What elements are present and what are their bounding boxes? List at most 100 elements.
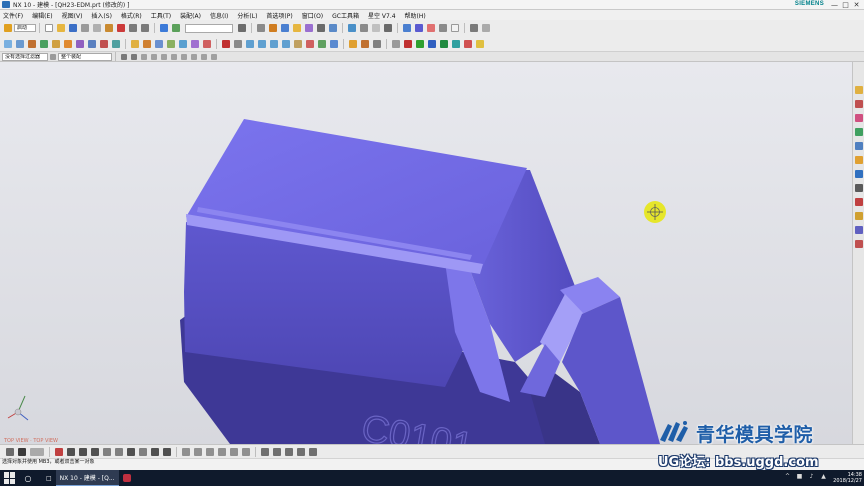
menu-tools[interactable]: 工具(T) [151,11,171,20]
through-curves-icon[interactable] [361,39,369,48]
close-button[interactable]: ✕ [851,0,862,9]
auto-constrain-icon[interactable] [285,447,293,456]
system-materials-icon[interactable] [855,184,863,192]
part-navigator-icon[interactable] [855,86,863,94]
chamfer-sketch-icon[interactable] [115,447,123,456]
electrode-icon[interactable] [476,39,484,48]
windows-start-icon[interactable] [4,472,16,484]
taskbar-app-edge-icon[interactable]: □ [42,470,56,486]
start-icon[interactable] [4,24,12,32]
revolve-icon[interactable] [28,39,36,48]
menu-assembly[interactable]: 装配(A) [180,11,201,20]
cylinder-icon[interactable] [281,24,289,32]
snap-quadrant-icon[interactable] [181,53,187,60]
save-icon[interactable] [69,24,77,32]
rapid-dimension-icon[interactable] [261,447,269,456]
pocket-icon[interactable] [64,39,72,48]
delete-face-icon[interactable] [270,39,278,48]
edge-blend-icon[interactable] [131,39,139,48]
hole-icon[interactable] [40,39,48,48]
intersect-icon[interactable] [112,39,120,48]
command-search-input[interactable] [185,23,233,33]
undo-icon[interactable] [129,24,137,32]
orient-view-icon[interactable] [403,24,411,32]
search-icon[interactable] [238,24,246,32]
hd3d-tools-icon[interactable] [855,142,863,150]
taskbar-app-media[interactable] [119,470,135,486]
quick-trim-icon[interactable] [182,447,190,456]
split-body-icon[interactable] [191,39,199,48]
selection-icon[interactable] [172,24,180,32]
profile-icon[interactable] [55,447,63,456]
tray-volume-icon[interactable]: ♪ [807,473,816,482]
ruler-icon[interactable] [482,24,490,32]
view-triad-icon[interactable] [7,395,29,421]
snap-point-icon[interactable] [191,53,197,60]
selection-scope-dropdown[interactable]: 整个装配 [58,52,112,61]
sphere-icon[interactable] [305,24,313,32]
boss-icon[interactable] [52,39,60,48]
unite-icon[interactable] [88,39,96,48]
snap-center-icon[interactable] [161,53,167,60]
measure-icon[interactable] [470,24,478,32]
box-icon[interactable] [269,24,277,32]
layer-icon[interactable] [329,24,337,32]
tray-shield-icon[interactable]: ■ [795,473,804,482]
trim-body-icon[interactable] [179,39,187,48]
geometric-constraint-icon[interactable] [273,447,281,456]
minimize-button[interactable]: — [829,0,840,9]
maximize-button[interactable]: □ [840,0,851,9]
show-constraints-icon[interactable] [297,447,305,456]
sketch-task-icon[interactable] [6,447,14,456]
tray-chevron-up-icon[interactable]: ^ [783,473,792,482]
snap-face-icon[interactable] [211,53,217,60]
snap-endpoint-icon[interactable] [141,53,147,60]
type-filter-dropdown[interactable]: 没有选择过滤器 [2,52,48,61]
line-icon[interactable] [67,447,75,456]
menu-preferences[interactable]: 首选项(P) [266,11,292,20]
arrow-up-icon[interactable] [428,39,436,48]
graphics-viewport[interactable]: C0101 TOP VIEW · TOP VIEW [0,62,852,444]
window-icon[interactable] [317,24,325,32]
snap-tangent-icon[interactable] [201,53,207,60]
subtract-icon[interactable] [100,39,108,48]
paste-icon[interactable] [105,24,113,32]
rotate-icon[interactable] [348,24,356,32]
arrow-down-icon[interactable] [440,39,448,48]
reuse-library-icon[interactable] [855,128,863,136]
start-menu-button[interactable]: 启动 [14,24,36,32]
delete-icon[interactable] [117,24,125,32]
search-icon[interactable]: ○ [22,472,34,484]
polygon-icon[interactable] [139,447,147,456]
menu-format[interactable]: 格式(R) [121,11,142,20]
fit-icon[interactable] [384,24,392,32]
select-all-icon[interactable] [121,53,127,60]
pattern-curve-icon[interactable] [230,447,238,456]
history-icon[interactable] [855,170,863,178]
spline-icon[interactable] [151,447,159,456]
cut-icon[interactable] [81,24,89,32]
sketch-icon[interactable] [4,39,12,48]
offset-face-icon[interactable] [203,39,211,48]
mirror-curve-icon[interactable] [242,447,250,456]
draft-icon[interactable] [167,39,175,48]
roles-icon[interactable] [855,212,863,220]
menu-window[interactable]: 窗口(O) [302,11,323,20]
menu-insert[interactable]: 插入(S) [91,11,112,20]
synchronous-icon[interactable] [294,39,302,48]
menu-analysis[interactable]: 分析(L) [237,11,257,20]
render-style-icon[interactable] [427,24,435,32]
constraint-navigator-icon[interactable] [855,114,863,122]
pan-icon[interactable] [360,24,368,32]
taskbar-app-nx[interactable]: NX 10 - 建模 - [Q... [55,470,119,486]
pattern-icon[interactable] [306,39,314,48]
rectangle-icon[interactable] [127,447,135,456]
finish-sketch-icon[interactable] [18,447,26,456]
arrow-right-icon[interactable] [416,39,424,48]
rotate-center-marker[interactable] [644,201,666,223]
menu-edit[interactable]: 编辑(E) [32,11,52,20]
shell-icon[interactable] [155,39,163,48]
extrude-icon[interactable] [16,39,24,48]
resize-blend-icon[interactable] [282,39,290,48]
snap-intersection-icon[interactable] [171,53,177,60]
